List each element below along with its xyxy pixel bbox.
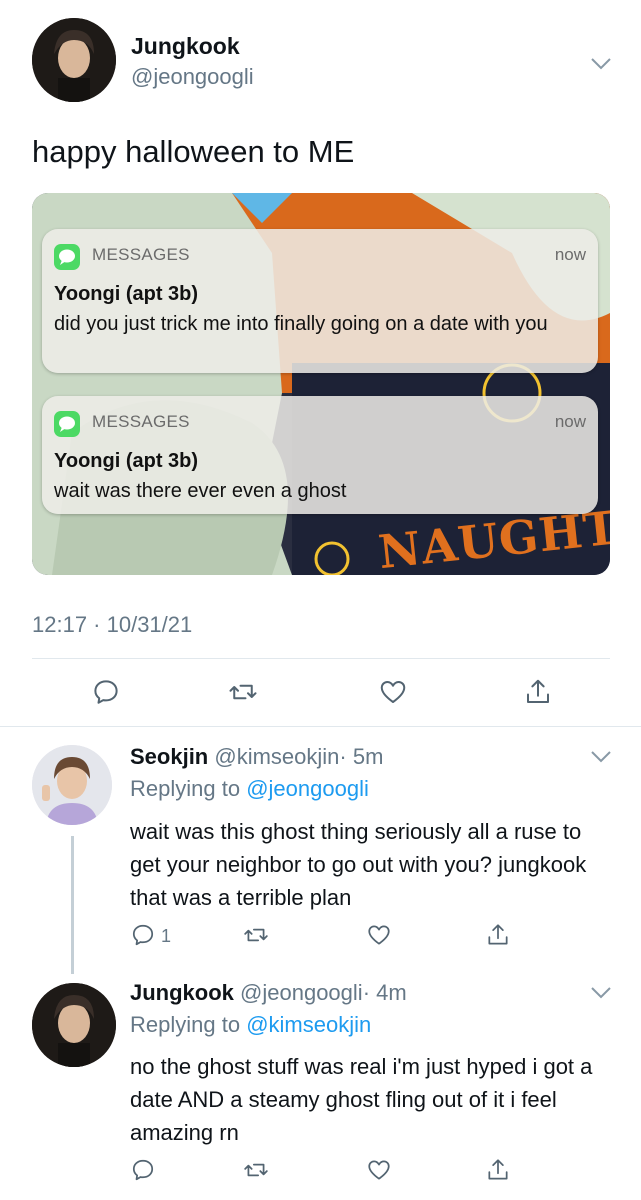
notification-message: did you just trick me into finally going… — [54, 313, 548, 335]
retweet-icon[interactable] — [243, 922, 269, 948]
message-notification[interactable]: MESSAGES now Yoongi (apt 3b) wait was th… — [42, 396, 598, 514]
chevron-down-icon[interactable] — [590, 57, 612, 71]
share-icon[interactable] — [523, 677, 553, 707]
author-name[interactable]: Jungkook — [130, 980, 234, 1005]
reply-time[interactable]: · 4m — [363, 980, 407, 1005]
reply-icon[interactable] — [91, 677, 121, 707]
replying-to-label: Replying to — [130, 1012, 241, 1037]
notification-sender: Yoongi (apt 3b) — [54, 283, 199, 305]
retweet-icon[interactable] — [228, 677, 258, 707]
avatar[interactable] — [32, 18, 116, 102]
notification-time: now — [554, 245, 586, 264]
replying-to-handle[interactable]: @kimseokjin — [246, 1012, 371, 1037]
like-icon[interactable] — [378, 677, 408, 707]
share-icon[interactable] — [485, 922, 511, 948]
tweet-timestamp[interactable]: 12:17 · 10/31/21 — [32, 612, 192, 638]
replying-to-label: Replying to — [130, 776, 241, 801]
replying-to: Replying to @kimseokjin — [130, 1012, 371, 1038]
reply-time[interactable]: · 5m — [339, 744, 383, 769]
notification-sender: Yoongi (apt 3b) — [54, 450, 199, 472]
chevron-down-icon[interactable] — [590, 986, 612, 1000]
message-notification[interactable]: MESSAGES now Yoongi (apt 3b) did you jus… — [42, 229, 598, 373]
divider — [32, 658, 610, 659]
reply-text: wait was this ghost thing seriously all … — [130, 819, 587, 910]
retweet-icon[interactable] — [243, 1157, 269, 1183]
like-icon[interactable] — [366, 922, 392, 948]
notification-message: wait was there ever even a ghost — [54, 480, 347, 502]
reply-icon[interactable] — [130, 1157, 156, 1183]
tweet-text: happy halloween to ME — [32, 134, 355, 169]
reply-icon[interactable] — [130, 922, 156, 948]
messages-app-icon — [54, 244, 80, 270]
like-icon[interactable] — [366, 1157, 392, 1183]
thread-line — [71, 836, 74, 974]
avatar[interactable] — [32, 745, 112, 825]
chevron-down-icon[interactable] — [590, 750, 612, 764]
reply-header: Jungkook @jeongoogli· 4m — [130, 980, 407, 1006]
section-divider — [0, 726, 641, 727]
reply-header: Seokjin @kimseokjin· 5m — [130, 744, 383, 770]
author-handle[interactable]: @jeongoogli — [240, 980, 363, 1005]
notification-app-name: MESSAGES — [92, 245, 190, 264]
author-name[interactable]: Seokjin — [130, 744, 208, 769]
reply-text: no the ghost stuff was real i'm just hyp… — [130, 1054, 593, 1145]
author-name[interactable]: Jungkook — [131, 33, 240, 60]
messages-app-icon — [54, 411, 80, 437]
author-handle[interactable]: @jeongoogli — [131, 64, 254, 90]
avatar[interactable] — [32, 983, 116, 1067]
tweet-image[interactable]: NAUGHTY MESSAGES now Yoongi (apt 3b) did… — [32, 193, 610, 575]
notification-app-name: MESSAGES — [92, 412, 190, 431]
replying-to: Replying to @jeongoogli — [130, 776, 369, 802]
replying-to-handle[interactable]: @jeongoogli — [246, 776, 369, 801]
share-icon[interactable] — [485, 1157, 511, 1183]
notification-time: now — [554, 412, 586, 431]
reply-count: 1 — [161, 926, 172, 946]
author-handle[interactable]: @kimseokjin — [214, 744, 339, 769]
